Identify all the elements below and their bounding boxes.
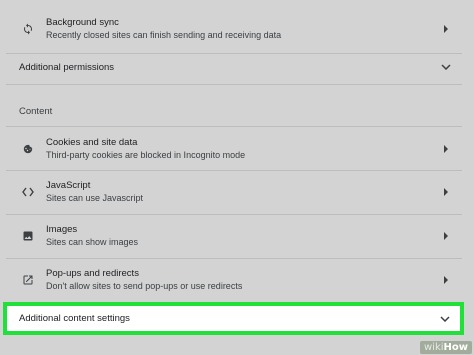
javascript-row[interactable]: JavaScript Sites can use Javascript [6,176,462,208]
open-in-new-icon [18,270,38,290]
watermark-wiki: wiki [423,342,444,353]
background-sync-subtitle: Recently closed sites can finish sending… [46,30,282,40]
settings-panel: Background sync Recently closed sites ca… [0,0,474,355]
divider [6,84,462,85]
cookies-row[interactable]: Cookies and site data Third-party cookie… [6,133,462,165]
additional-content-settings-row[interactable]: Additional content settings [3,302,464,335]
popups-subtitle: Don't allow sites to send pop-ups or use… [46,281,243,291]
divider [6,126,462,127]
background-sync-title: Background sync [46,17,119,28]
wikihow-watermark: wikiHow [419,341,472,354]
sync-icon [18,19,38,39]
content-section-label: Content [19,106,53,117]
images-subtitle: Sites can show images [46,237,139,247]
arrow-right-icon [440,145,452,153]
javascript-title: JavaScript [46,180,91,191]
images-row[interactable]: Images Sites can show images [6,220,462,252]
cookies-subtitle: Third-party cookies are blocked in Incog… [46,150,246,160]
divider [6,170,462,171]
image-icon [18,226,38,246]
cookies-title: Cookies and site data [46,137,138,148]
chevron-down-icon [440,64,452,70]
arrow-right-icon [440,25,452,33]
arrow-right-icon [440,276,452,284]
arrow-right-icon [440,188,452,196]
code-icon [18,182,38,202]
watermark-how: How [443,342,468,353]
background-sync-row[interactable]: Background sync Recently closed sites ca… [6,12,462,46]
arrow-right-icon [440,232,452,240]
additional-content-settings-label: Additional content settings [19,313,130,324]
additional-permissions-row[interactable]: Additional permissions [6,54,462,80]
popups-title: Pop-ups and redirects [46,268,139,279]
javascript-subtitle: Sites can use Javascript [46,193,144,203]
divider [6,258,462,259]
additional-permissions-label: Additional permissions [19,61,115,73]
images-title: Images [46,224,78,235]
chevron-down-icon [440,315,450,322]
divider [6,214,462,215]
cookie-icon [18,139,38,159]
popups-row[interactable]: Pop-ups and redirects Don't allow sites … [6,264,462,296]
